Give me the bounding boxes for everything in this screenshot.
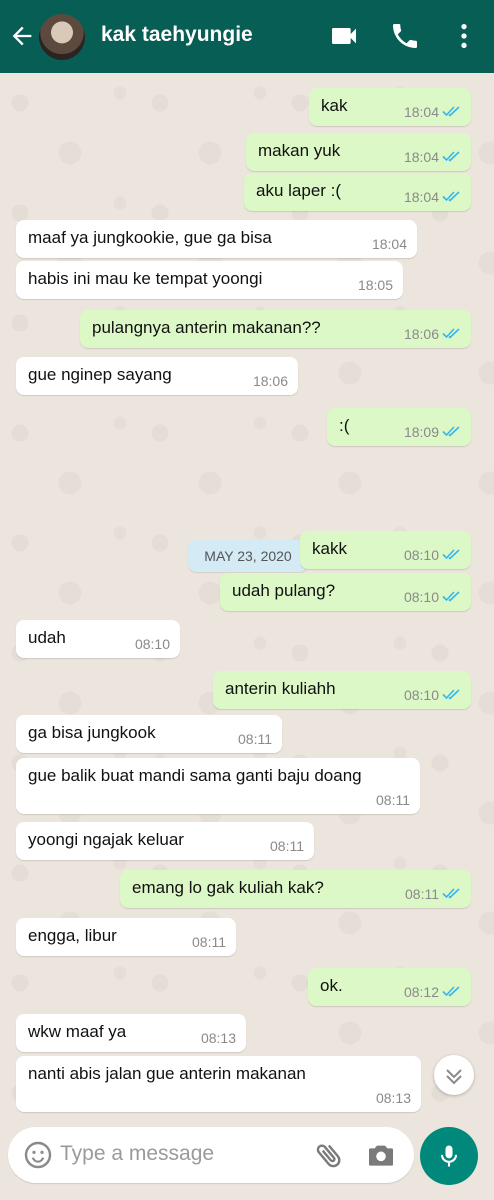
message-text: emang lo gak kuliah kak?	[132, 878, 324, 897]
avatar[interactable]	[39, 14, 85, 60]
outgoing-message[interactable]: :( 18:09	[327, 408, 471, 446]
phone-icon[interactable]	[389, 20, 421, 52]
incoming-message[interactable]: gue balik buat mandi sama ganti baju doa…	[16, 758, 420, 814]
message-input[interactable]: Type a message	[60, 1142, 214, 1166]
read-receipt-icon	[442, 191, 460, 202]
message-time: 08:13	[200, 1030, 236, 1046]
read-receipt-icon	[442, 986, 460, 997]
scroll-down-button[interactable]	[434, 1055, 474, 1095]
message-list[interactable]: MAY 23, 2020 kak 18:04 makan yuk 18:04 aku l…	[0, 73, 494, 1123]
message-time: 08:11	[376, 792, 410, 808]
incoming-message[interactable]: gue nginep sayang 18:06	[16, 357, 298, 395]
message-time: 08:12	[403, 984, 439, 1000]
attach-icon[interactable]	[313, 1139, 345, 1171]
read-receipt-icon	[442, 328, 460, 339]
message-time: 08:11	[270, 838, 304, 854]
message-text: habis ini mau ke tempat yoongi	[28, 269, 263, 288]
chat-header: kak taehyungie	[0, 0, 494, 73]
message-text: engga, libur	[28, 926, 117, 945]
incoming-message[interactable]: yoongi ngajak keluar 08:11	[16, 822, 314, 860]
incoming-message[interactable]: ga bisa jungkook 08:11	[16, 715, 282, 753]
message-composer: Type a message	[8, 1127, 414, 1183]
message-text: kak	[321, 96, 348, 115]
message-time: 08:11	[192, 934, 226, 950]
contact-name[interactable]: kak taehyungie	[101, 23, 253, 47]
message-time: 18:06	[403, 326, 439, 342]
message-time: 18:04	[403, 104, 439, 120]
message-text: wkw maaf ya	[28, 1022, 127, 1041]
message-time: 18:04	[371, 236, 407, 252]
mic-button[interactable]	[420, 1127, 478, 1185]
message-time: 08:11	[238, 731, 272, 747]
message-time: 08:10	[403, 687, 439, 703]
message-text: ga bisa jungkook	[28, 723, 156, 742]
message-text: makan yuk	[258, 141, 341, 160]
incoming-message[interactable]: udah 08:10	[16, 620, 180, 658]
message-time: 08:10	[403, 589, 439, 605]
message-text: anterin kuliahh	[225, 679, 336, 698]
incoming-message[interactable]: habis ini mau ke tempat yoongi 18:05	[16, 261, 403, 299]
message-time: 08:10	[403, 547, 439, 563]
outgoing-message[interactable]: emang lo gak kuliah kak? 08:11	[120, 870, 471, 908]
incoming-message[interactable]: maaf ya jungkookie, gue ga bisa 18:04	[16, 220, 417, 258]
message-time: 08:10	[134, 636, 170, 652]
message-text: aku laper :(	[256, 181, 342, 200]
outgoing-message[interactable]: makan yuk 18:04	[246, 133, 471, 171]
message-time: 18:04	[403, 189, 439, 205]
message-text: pulangnya anterin makanan??	[92, 318, 321, 337]
message-text: gue balik buat mandi sama ganti baju doa…	[28, 766, 362, 785]
message-text: maaf ya jungkookie, gue ga bisa	[28, 228, 272, 247]
read-receipt-icon	[442, 888, 460, 899]
incoming-message[interactable]: engga, libur 08:11	[16, 918, 236, 956]
read-receipt-icon	[442, 591, 460, 602]
message-text: :(	[339, 416, 350, 435]
outgoing-message[interactable]: kak 18:04	[309, 88, 471, 126]
back-arrow-icon[interactable]	[8, 22, 36, 50]
message-text: yoongi ngajak keluar	[28, 830, 184, 849]
message-time: 08:13	[375, 1090, 411, 1106]
read-receipt-icon	[442, 549, 460, 560]
message-text: ok.	[320, 976, 343, 995]
chevron-down-icon	[446, 1069, 462, 1085]
read-receipt-icon	[442, 426, 460, 437]
outgoing-message[interactable]: anterin kuliahh 08:10	[213, 671, 471, 709]
incoming-message[interactable]: nanti abis jalan gue anterin makanan 08:1…	[16, 1056, 421, 1112]
message-text: nanti abis jalan gue anterin makanan	[28, 1064, 306, 1083]
read-receipt-icon	[442, 106, 460, 117]
outgoing-message[interactable]: udah pulang? 08:10	[220, 573, 471, 611]
message-text: gue nginep sayang	[28, 365, 172, 384]
message-text: udah	[28, 628, 66, 647]
read-receipt-icon	[442, 151, 460, 162]
more-icon[interactable]	[448, 20, 480, 52]
message-time: 18:05	[357, 277, 393, 293]
outgoing-message[interactable]: aku laper :( 18:04	[244, 173, 471, 211]
date-separator: MAY 23, 2020	[188, 540, 308, 572]
outgoing-message[interactable]: pulangnya anterin makanan?? 18:06	[80, 310, 471, 348]
message-time: 08:11	[405, 886, 439, 902]
message-text: udah pulang?	[232, 581, 336, 600]
message-time: 18:06	[252, 373, 288, 389]
emoji-icon[interactable]	[22, 1139, 54, 1171]
read-receipt-icon	[442, 689, 460, 700]
camera-icon[interactable]	[365, 1139, 397, 1171]
outgoing-message[interactable]: ok. 08:12	[308, 968, 471, 1006]
message-time: 18:09	[403, 424, 439, 440]
message-time: 18:04	[403, 149, 439, 165]
outgoing-message[interactable]: kakk 08:10	[300, 531, 471, 569]
mic-icon	[440, 1145, 458, 1167]
message-text: kakk	[312, 539, 347, 558]
incoming-message[interactable]: wkw maaf ya 08:13	[16, 1014, 246, 1052]
video-call-icon[interactable]	[328, 20, 360, 52]
